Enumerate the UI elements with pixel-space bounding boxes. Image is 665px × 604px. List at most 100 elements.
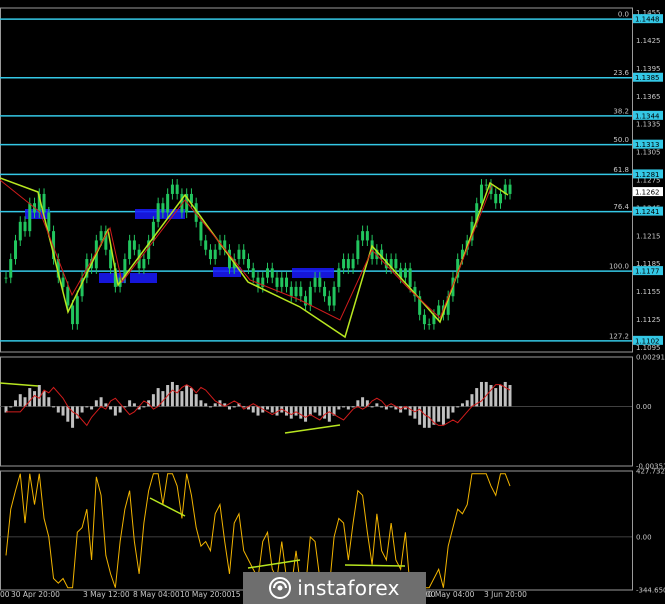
fib-level-label: 50.0 xyxy=(613,136,629,144)
price-candle-body xyxy=(266,268,270,278)
fib-level-label: 76.4 xyxy=(613,203,629,211)
price-candle-body xyxy=(323,286,327,297)
price-candle-body xyxy=(275,277,279,287)
macd-histogram-bar xyxy=(128,400,132,407)
macd-histogram-bar xyxy=(266,406,270,410)
macd-histogram-bar xyxy=(413,406,417,419)
macd-divergence-line xyxy=(0,382,39,387)
price-candle-body xyxy=(4,277,8,279)
macd-histogram-bar xyxy=(342,406,346,408)
fib-price-label: 1.1385 xyxy=(635,74,660,82)
macd-tick-label: 0.00 xyxy=(636,403,652,411)
x-tick-label: 8 May 04:00 xyxy=(133,590,180,599)
fib-price-label: 1.1241 xyxy=(635,208,660,216)
price-candle-body xyxy=(14,240,18,260)
sr-box xyxy=(213,267,241,277)
macd-histogram-bar xyxy=(460,403,464,407)
panel-border-1 xyxy=(0,7,633,353)
macd-histogram-bar xyxy=(18,394,22,407)
macd-histogram-bar xyxy=(213,403,217,407)
price-candle-body xyxy=(132,240,136,250)
price-candle-body xyxy=(313,277,317,287)
macd-histogram-bar xyxy=(313,406,317,413)
macd-histogram-bar xyxy=(113,406,117,416)
macd-histogram-bar xyxy=(494,388,498,407)
current-price-label: 1.1262 xyxy=(635,189,660,197)
price-candle-body xyxy=(427,324,431,326)
price-candle-body xyxy=(208,249,212,260)
fib-price-label: 1.1281 xyxy=(635,171,660,179)
x-edge-label: 00 xyxy=(0,590,10,599)
macd-histogram-bar xyxy=(479,381,483,407)
macd-histogram-bar xyxy=(170,381,174,407)
osc-line xyxy=(5,473,511,590)
price-candle-body xyxy=(18,221,22,241)
macd-histogram-bar xyxy=(189,388,193,407)
macd-histogram-bar xyxy=(441,406,445,425)
price-candle-body xyxy=(161,203,165,213)
macd-histogram-bar xyxy=(380,406,384,408)
macd-histogram-bar xyxy=(14,400,18,407)
macd-histogram-bar xyxy=(90,406,94,410)
macd-histogram-bar xyxy=(323,406,327,419)
price-candle-body xyxy=(280,277,284,287)
macd-histogram-bar xyxy=(356,400,360,407)
fib-level-label: 127.2 xyxy=(609,332,629,340)
price-tick-label: 1.1365 xyxy=(636,93,661,101)
macd-histogram-bar xyxy=(451,406,455,413)
price-candle-body xyxy=(498,193,502,204)
fib-level-label: 23.6 xyxy=(613,69,629,77)
macd-histogram-bar xyxy=(422,406,426,428)
price-tick-label: 1.1305 xyxy=(636,149,661,157)
macd-histogram-bar xyxy=(94,400,98,407)
macd-histogram-bar xyxy=(361,397,365,407)
price-candle-body xyxy=(142,259,146,269)
macd-histogram-bar xyxy=(375,403,379,407)
fib-price-label: 1.1102 xyxy=(635,337,660,345)
macd-histogram-bar xyxy=(446,406,450,419)
macd-histogram-bar xyxy=(118,406,122,413)
macd-histogram-bar xyxy=(175,385,179,407)
x-tick-label: 30 Apr 20:00 xyxy=(11,590,60,599)
osc-tick-label: 0.00 xyxy=(636,533,652,541)
price-candle-body xyxy=(166,193,170,213)
macd-histogram-bar xyxy=(346,406,350,410)
chart-root: 1.14551.14481.14251.13951.13651.13441.13… xyxy=(0,0,665,604)
macd-histogram-bar xyxy=(327,406,331,422)
macd-histogram-bar xyxy=(270,406,274,413)
price-candle-body xyxy=(308,286,312,306)
price-tick-label: 1.1335 xyxy=(636,121,661,129)
macd-tick-label: 0.00291 xyxy=(636,354,665,362)
macd-histogram-bar xyxy=(99,397,103,407)
macd-histogram-bar xyxy=(465,400,469,407)
macd-histogram-bar xyxy=(232,406,236,408)
macd-histogram-bar xyxy=(256,406,260,416)
price-candle-body xyxy=(508,184,512,194)
fib-price-label: 1.1448 xyxy=(635,16,660,24)
macd-histogram-bar xyxy=(156,388,160,407)
macd-histogram-bar xyxy=(85,406,89,408)
macd-histogram-bar xyxy=(351,406,355,408)
macd-histogram-bar xyxy=(33,391,37,407)
price-candle-body xyxy=(479,184,483,204)
macd-histogram-bar xyxy=(104,403,108,407)
price-candle-body xyxy=(365,231,369,241)
macd-histogram-bar xyxy=(109,406,113,410)
price-candle-body xyxy=(66,286,70,306)
price-candle-body xyxy=(246,259,250,269)
price-candle-body xyxy=(251,268,255,278)
price-candle-body xyxy=(242,249,246,260)
osc-tick-label: -344.6501 xyxy=(636,587,665,595)
macd-histogram-bar xyxy=(61,406,65,416)
macd-histogram-bar xyxy=(75,406,79,419)
macd-histogram-bar xyxy=(289,406,293,419)
price-candle-body xyxy=(71,305,75,325)
fib-price-label: 1.1313 xyxy=(635,141,660,149)
price-tick-label: 1.1155 xyxy=(636,288,661,296)
macd-histogram-bar xyxy=(470,394,474,407)
price-candle-body xyxy=(356,240,360,260)
price-candle-body xyxy=(327,296,331,306)
price-candle-body xyxy=(304,296,308,306)
price-candle-body xyxy=(289,286,293,297)
price-candle-body xyxy=(156,203,160,222)
